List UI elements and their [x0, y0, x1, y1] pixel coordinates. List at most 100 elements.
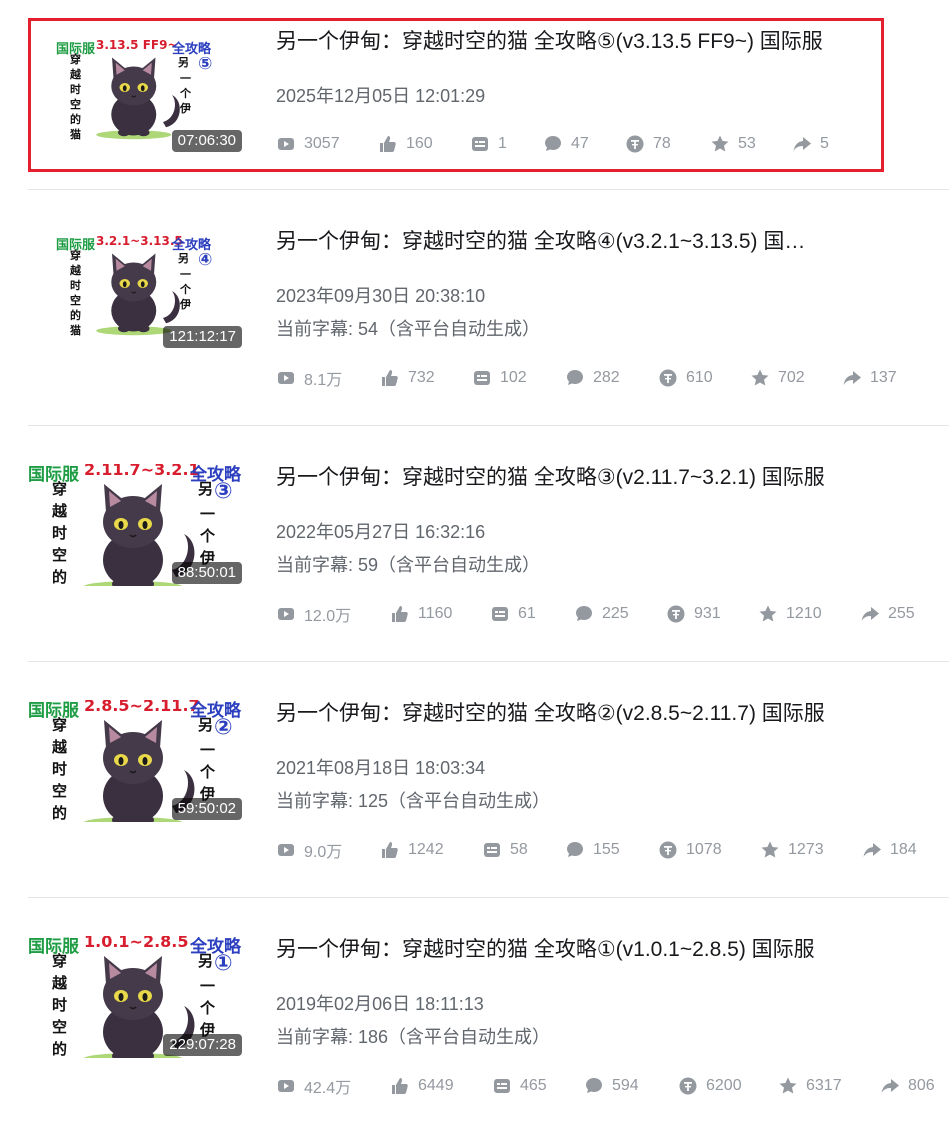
stat-likes: 6449 [390, 1074, 454, 1098]
cover-part-number: ② [214, 714, 233, 739]
video-stats: 42.4万 6449 465 594 6200 6317 806 [276, 1074, 949, 1098]
stat-plays-value: 8.1万 [304, 372, 343, 389]
star-icon [759, 605, 777, 622]
danmaku-icon [494, 1079, 510, 1093]
video-cover[interactable]: 国际服 3.2.1~3.13.5 全攻略 ④ 穿越时空的猫 另 一个伊 121:… [28, 228, 244, 350]
stat-shares-value: 137 [870, 369, 897, 386]
video-item[interactable]: 国际服 2.8.5~2.11.7 全攻略 ② 穿越时空的猫 另 一个伊 59:5… [28, 662, 949, 898]
stat-shares: 806 [880, 1074, 935, 1098]
share-icon [843, 371, 861, 385]
stat-coins: 6200 [678, 1074, 742, 1098]
stat-danmaku: 465 [492, 1074, 547, 1098]
play-icon [278, 608, 294, 620]
play-icon [278, 372, 294, 384]
cover-other-vertical: 一个伊 [200, 506, 216, 567]
cover-part-number: ③ [214, 478, 233, 503]
cover-version-label: 2.11.7~3.2.1 [84, 464, 200, 479]
thumb-up-icon [392, 606, 408, 622]
cover-part-number: ① [214, 950, 233, 975]
stat-favorites: 6317 [778, 1074, 842, 1098]
coin-icon [659, 369, 677, 387]
stat-likes: 1242 [380, 838, 444, 862]
cover-other-vertical: 一个伊 [200, 742, 216, 803]
subtitle-count: 当前字幕: 54（含平台自动生成） [276, 319, 541, 339]
danmaku-icon [484, 843, 500, 857]
video-stats: 9.0万 1242 58 155 1078 1273 184 [276, 838, 949, 862]
stat-plays: 42.4万 [276, 1074, 351, 1098]
video-cover[interactable]: 国际服 2.8.5~2.11.7 全攻略 ② 穿越时空的猫 另 一个伊 59:5… [28, 700, 244, 822]
stat-comments-value: 225 [602, 605, 629, 622]
video-publish-date: 2023年09月30日 20:38:10 [276, 286, 486, 306]
video-item[interactable]: 国际服 2.11.7~3.2.1 全攻略 ③ 穿越时空的猫 另 一个伊 88:5… [28, 426, 949, 662]
subtitle-count: 当前字幕: 125（含平台自动生成） [276, 791, 551, 811]
video-publish-date: 2021年08月18日 18:03:34 [276, 758, 486, 778]
comment-icon [567, 842, 583, 857]
stat-likes: 732 [380, 366, 435, 390]
video-title[interactable]: 另一个伊甸：穿越时空的猫 全攻略①(v1.0.1~2.8.5) 国际服 [276, 936, 876, 964]
stat-shares: 255 [860, 602, 915, 626]
stat-plays-value: 42.4万 [304, 1080, 352, 1097]
stat-shares: 137 [842, 366, 897, 390]
video-duration: 59:50:02 [171, 798, 242, 820]
stat-comments-value: 155 [593, 841, 620, 858]
stat-likes-value: 732 [408, 369, 435, 386]
video-publish-date: 2022年05月27日 16:32:16 [276, 522, 486, 542]
thumb-up-icon [382, 842, 398, 858]
cover-vertical-text: 穿越时空的猫 [52, 952, 68, 1058]
stat-plays-value: 9.0万 [304, 844, 343, 861]
comment-icon [576, 606, 592, 621]
stat-plays: 8.1万 [276, 366, 342, 390]
cover-other-label: 另 [198, 481, 214, 498]
star-icon [751, 369, 769, 386]
cover-other-vertical: 一个伊 [200, 978, 216, 1039]
play-icon [278, 1080, 294, 1092]
video-duration: 121:12:17 [163, 326, 242, 348]
cover-vertical-text: 穿越时空的猫 [52, 480, 68, 586]
play-icon [278, 844, 294, 856]
stat-shares-value: 806 [908, 1077, 935, 1094]
highlight-box [28, 18, 884, 172]
stat-shares: 184 [862, 838, 917, 862]
video-item[interactable]: 国际服 1.0.1~2.8.5 全攻略 ① 穿越时空的猫 另 一个伊 229:0… [28, 898, 949, 1134]
video-stats: 12.0万 1160 61 225 931 1210 255 [276, 602, 949, 626]
video-title[interactable]: 另一个伊甸：穿越时空的猫 全攻略②(v2.8.5~2.11.7) 国际服 [276, 700, 876, 728]
cover-vertical-text: 穿越时空的猫 [70, 249, 81, 337]
cover-part-number: ④ [198, 250, 213, 269]
stat-coins: 931 [666, 602, 721, 626]
stat-comments: 155 [565, 838, 620, 862]
stat-coins: 1078 [658, 838, 722, 862]
stat-comments: 594 [584, 1074, 639, 1098]
cover-other-label: 另 [198, 717, 214, 734]
stat-plays: 12.0万 [276, 602, 351, 626]
share-icon [863, 843, 881, 857]
video-item[interactable]: 国际服 3.2.1~3.13.5 全攻略 ④ 穿越时空的猫 另 一个伊 121:… [28, 190, 949, 426]
stat-likes-value: 1242 [408, 841, 444, 858]
cover-vertical-text: 穿越时空的猫 [52, 716, 68, 822]
video-duration: 229:07:28 [163, 1034, 242, 1056]
cover-version-label: 2.8.5~2.11.7 [84, 700, 200, 715]
stat-favorites-value: 6317 [806, 1077, 842, 1094]
video-cover[interactable]: 国际服 1.0.1~2.8.5 全攻略 ① 穿越时空的猫 另 一个伊 229:0… [28, 936, 244, 1058]
danmaku-icon [492, 607, 508, 621]
video-title[interactable]: 另一个伊甸：穿越时空的猫 全攻略④(v3.2.1~3.13.5) 国… [276, 228, 876, 256]
coin-icon [667, 605, 685, 623]
subtitle-count: 当前字幕: 186（含平台自动生成） [276, 1027, 551, 1047]
stat-danmaku: 58 [482, 838, 528, 862]
stat-likes-value: 1160 [418, 605, 453, 622]
stat-danmaku: 61 [490, 602, 536, 626]
stat-danmaku: 102 [472, 366, 527, 390]
cover-version-label: 3.2.1~3.13.5 [96, 234, 183, 248]
star-icon [761, 841, 779, 858]
star-icon [779, 1077, 797, 1094]
thumb-up-icon [382, 370, 398, 386]
stat-shares-value: 184 [890, 841, 917, 858]
video-title[interactable]: 另一个伊甸：穿越时空的猫 全攻略③(v2.11.7~3.2.1) 国际服 [276, 464, 876, 492]
stat-plays: 9.0万 [276, 838, 342, 862]
video-cover[interactable]: 国际服 2.11.7~3.2.1 全攻略 ③ 穿越时空的猫 另 一个伊 88:5… [28, 464, 244, 586]
cover-other-label: 另 [178, 253, 189, 265]
stat-comments: 225 [574, 602, 629, 626]
share-icon [861, 607, 879, 621]
video-publish-date: 2019年02月06日 18:11:13 [276, 994, 484, 1014]
stat-danmaku-value: 61 [518, 605, 536, 622]
stat-coins-value: 610 [686, 369, 713, 386]
